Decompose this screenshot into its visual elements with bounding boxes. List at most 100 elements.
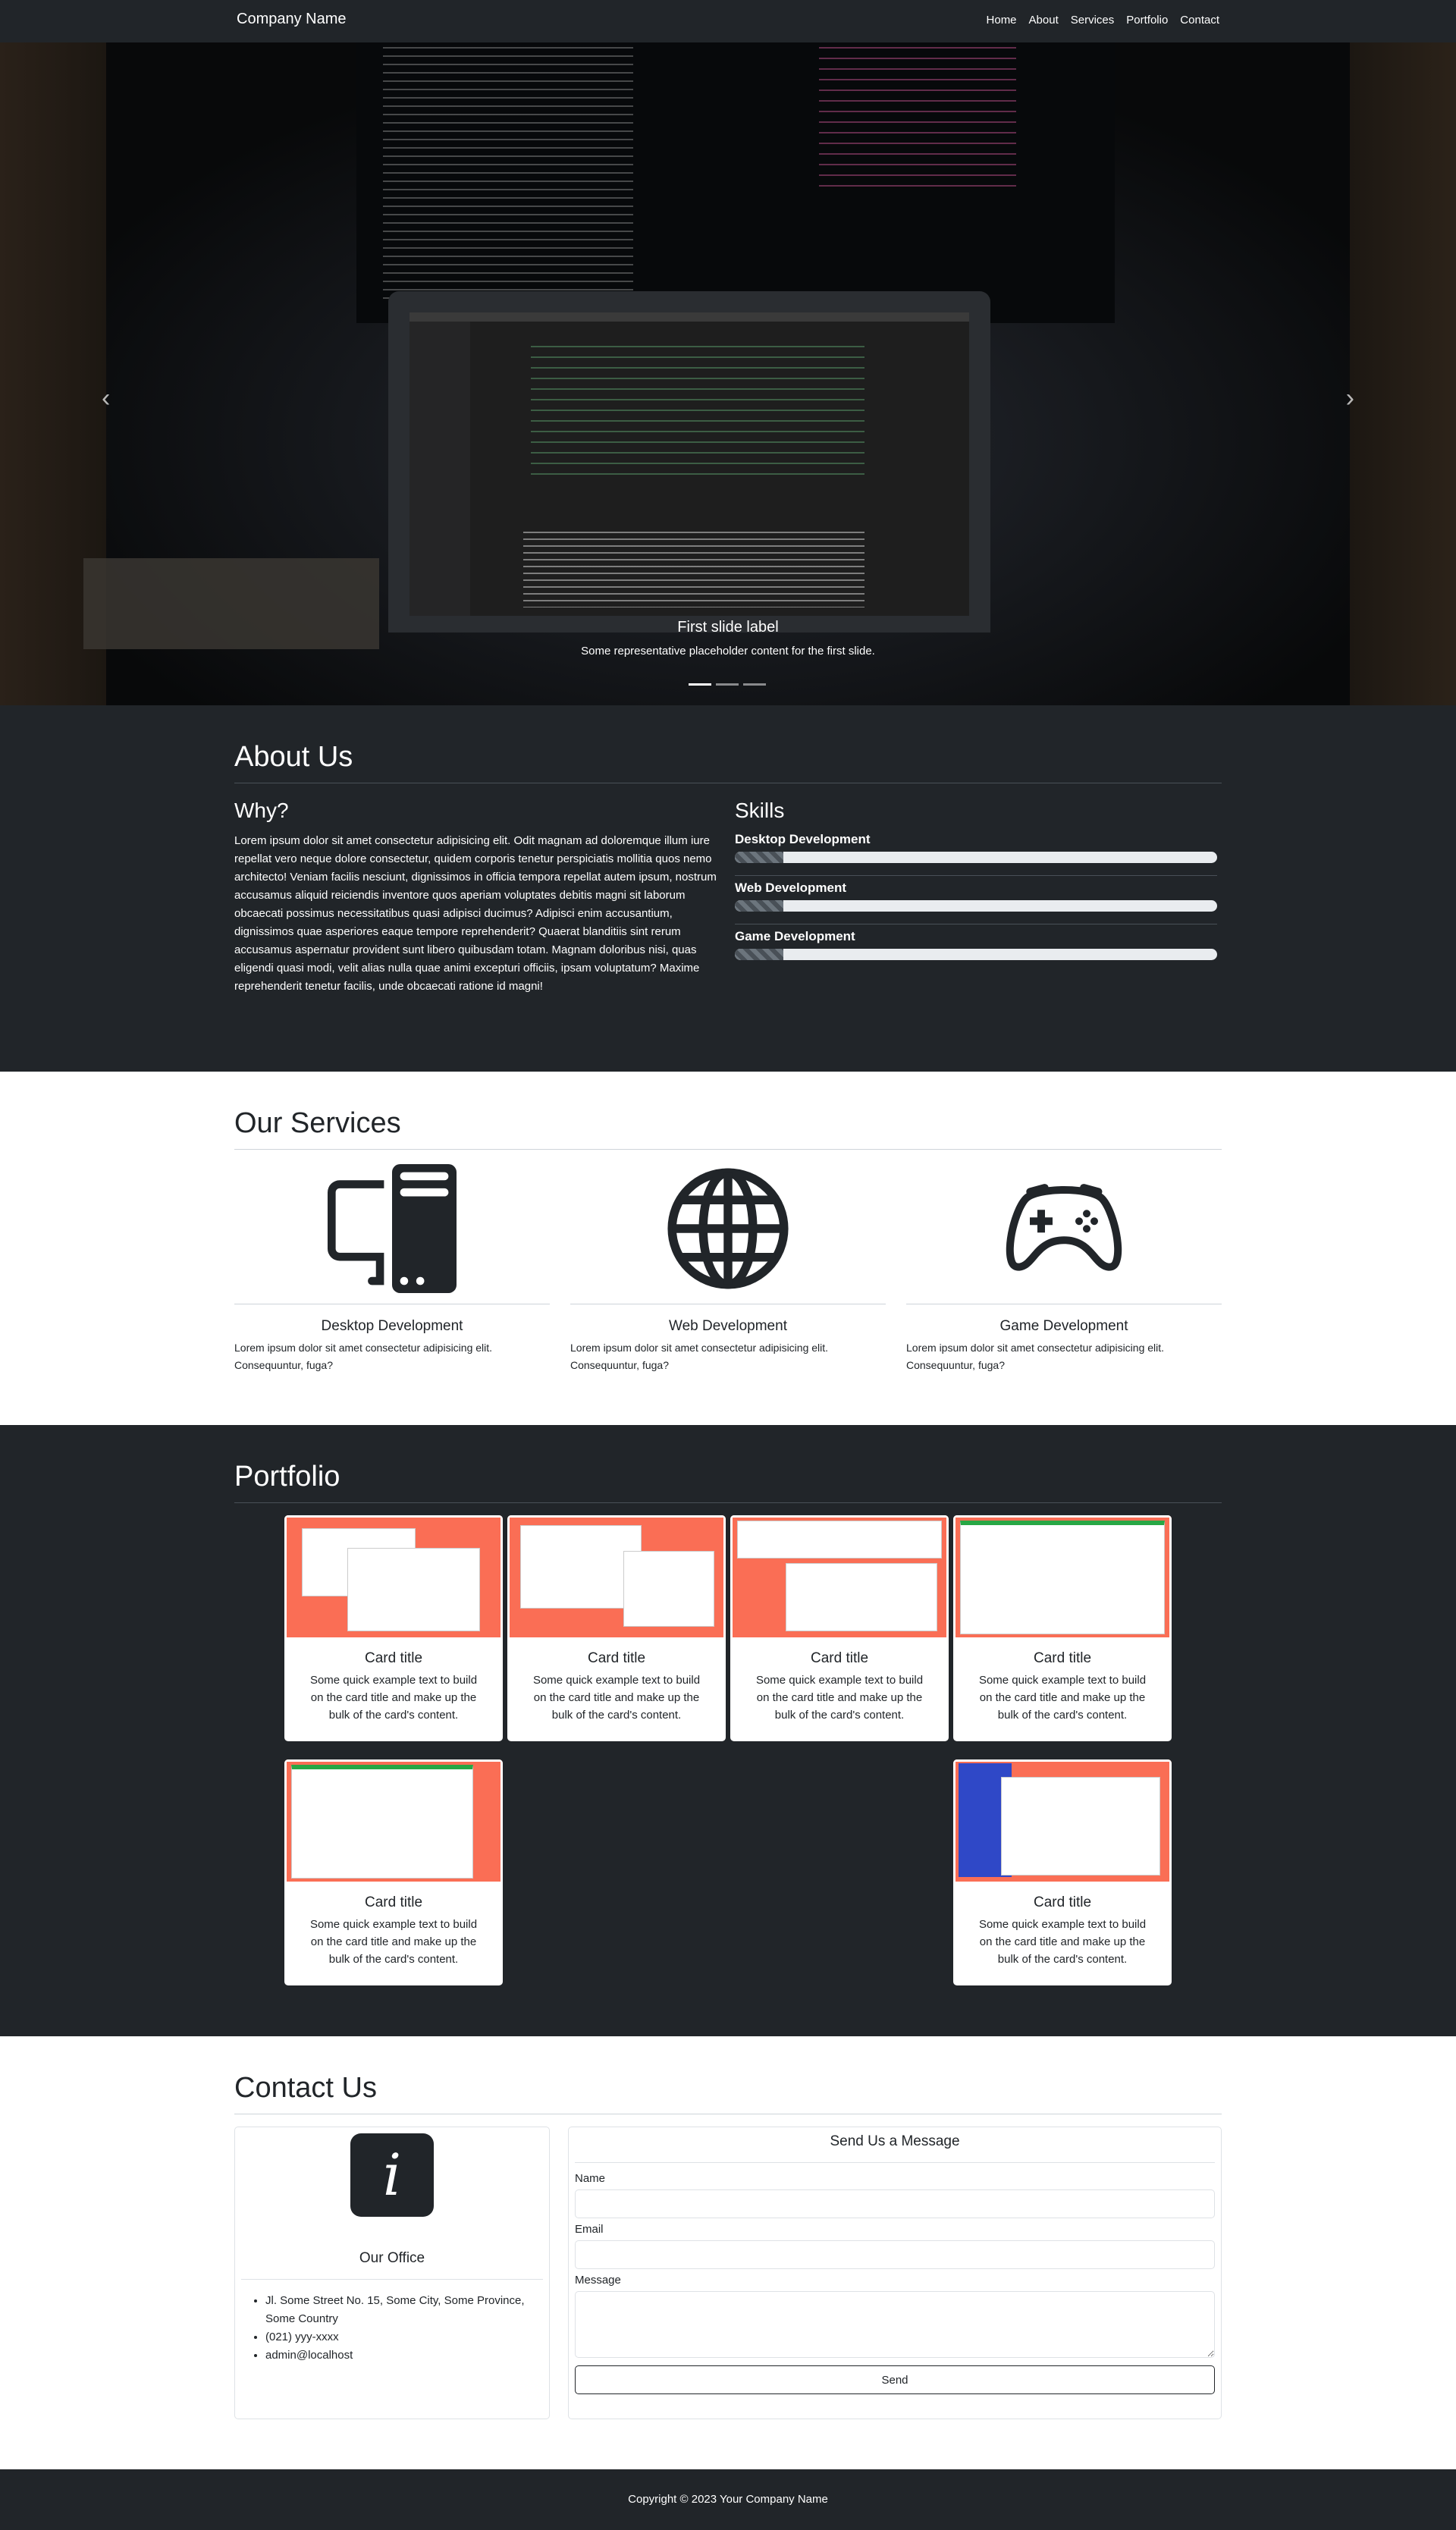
card-text: Some quick example text to build on the …: [309, 1918, 478, 1966]
hero-image-code-colored: [819, 47, 1016, 191]
email-field[interactable]: [575, 2240, 1215, 2269]
about-title: About Us: [234, 741, 353, 773]
hero-image-wood-right: [1350, 42, 1456, 705]
carousel-caption-title: First slide label: [677, 619, 779, 636]
carousel-indicator-1[interactable]: [689, 683, 711, 686]
nav-link-portfolio[interactable]: Portfolio: [1126, 14, 1168, 27]
contact-title: Contact Us: [234, 2072, 377, 2104]
card-image: [507, 1515, 726, 1640]
divider: [234, 1502, 1222, 1503]
why-text: Lorem ipsum dolor sit amet consectetur a…: [234, 834, 717, 993]
contact-section: Contact Us i Our Office Jl. Some Street …: [0, 2036, 1456, 2469]
chevron-right-icon[interactable]: ›: [1346, 384, 1354, 413]
hero-image-screen-bar: [410, 312, 969, 322]
card-text: Some quick example text to build on the …: [309, 1674, 478, 1722]
service-title: Game Development: [999, 1318, 1128, 1334]
name-label: Name: [575, 2172, 606, 2185]
pc-display-icon: [234, 1162, 550, 1295]
office-title: Our Office: [359, 2250, 425, 2266]
card-title: Card title: [1033, 1650, 1092, 1666]
name-field[interactable]: [575, 2189, 1215, 2218]
office-email: admin@localhost: [265, 2346, 534, 2365]
brand-link[interactable]: Company Name: [237, 11, 347, 28]
message-field[interactable]: [575, 2291, 1215, 2358]
services-section: Our Services Desktop Development Lorem i…: [0, 1072, 1456, 1425]
carousel-indicators: [689, 683, 766, 686]
card-image: [284, 1759, 503, 1884]
office-list: Jl. Some Street No. 15, Some City, Some …: [235, 2280, 549, 2365]
info-icon: i: [350, 2133, 434, 2217]
nav-links: Home About Services Portfolio Contact: [987, 14, 1219, 27]
portfolio-card[interactable]: Card title Some quick example text to bu…: [730, 1515, 949, 1741]
message-label: Message: [575, 2274, 621, 2287]
card-text: Some quick example text to build on the …: [978, 1918, 1147, 1966]
service-card: Desktop Development Lorem ipsum dolor si…: [234, 1162, 550, 1374]
services-title: Our Services: [234, 1107, 401, 1139]
send-button[interactable]: Send: [575, 2365, 1215, 2394]
skill-name: Web Development: [735, 880, 847, 895]
hero-image-screen-sidebar: [410, 322, 470, 616]
why-title: Why?: [234, 799, 289, 822]
office-card: i Our Office Jl. Some Street No. 15, Som…: [234, 2127, 550, 2419]
office-phone: (021) yyy-xxxx: [265, 2328, 534, 2346]
skill-name: Desktop Development: [735, 832, 871, 846]
card-image: [953, 1759, 1172, 1884]
card-title: Card title: [1033, 1894, 1092, 1910]
divider: [575, 2162, 1215, 2163]
card-text: Some quick example text to build on the …: [532, 1674, 701, 1722]
portfolio-card[interactable]: Card title Some quick example text to bu…: [953, 1759, 1172, 1985]
card-title: Card title: [364, 1894, 423, 1910]
portfolio-title: Portfolio: [234, 1461, 340, 1493]
nav-link-services[interactable]: Services: [1071, 14, 1115, 27]
card-image: [730, 1515, 949, 1640]
copyright-text: Copyright © 2023 Your Company Name: [628, 2493, 828, 2506]
card-text: Some quick example text to build on the …: [755, 1674, 924, 1722]
service-title: Desktop Development: [321, 1318, 463, 1334]
skill-name: Game Development: [735, 929, 855, 943]
service-text: Lorem ipsum dolor sit amet consectetur a…: [906, 1342, 1165, 1371]
skill-progress-bar: [735, 900, 1217, 912]
card-title: Card title: [810, 1650, 869, 1666]
about-section: About Us Why? Lorem ipsum dolor sit amet…: [0, 705, 1456, 1072]
portfolio-section: Portfolio Card title Some quick example …: [0, 1425, 1456, 2036]
footer: Copyright © 2023 Your Company Name: [0, 2469, 1456, 2530]
service-card: Game Development Lorem ipsum dolor sit a…: [906, 1162, 1222, 1374]
carousel-indicator-3[interactable]: [743, 683, 766, 686]
service-text: Lorem ipsum dolor sit amet consectetur a…: [234, 1342, 493, 1371]
why-column: Why? Lorem ipsum dolor sit amet consecte…: [234, 799, 735, 996]
skills-title: Skills: [735, 799, 785, 822]
nav-link-contact[interactable]: Contact: [1180, 14, 1219, 27]
globe-icon: [570, 1162, 886, 1295]
office-address: Jl. Some Street No. 15, Some City, Some …: [265, 2292, 534, 2328]
email-label: Email: [575, 2223, 604, 2236]
navbar: Company Name Home About Services Portfol…: [0, 0, 1456, 42]
skill-progress-bar: [735, 949, 1217, 960]
portfolio-card[interactable]: Card title Some quick example text to bu…: [507, 1515, 726, 1741]
chevron-left-icon[interactable]: ‹: [102, 384, 110, 413]
card-title: Card title: [587, 1650, 646, 1666]
skills-column: Skills Desktop Development Web Developme…: [735, 799, 1217, 996]
hero-image-code: [383, 47, 633, 305]
nav-link-home[interactable]: Home: [987, 14, 1017, 27]
nav-link-about[interactable]: About: [1029, 14, 1059, 27]
hero-image-screen-code: [531, 346, 864, 482]
divider: [735, 875, 1217, 876]
card-image: [284, 1515, 503, 1640]
divider: [234, 1149, 1222, 1150]
hero-carousel: ‹ › First slide label Some representativ…: [0, 42, 1456, 705]
skill-progress-bar: [735, 852, 1217, 863]
service-title: Web Development: [669, 1318, 787, 1334]
service-card: Web Development Lorem ipsum dolor sit am…: [570, 1162, 886, 1374]
skill-progress-fill: [735, 949, 783, 960]
skill-progress-fill: [735, 852, 783, 863]
card-image: [953, 1515, 1172, 1640]
portfolio-card[interactable]: Card title Some quick example text to bu…: [284, 1759, 503, 1985]
card-title: Card title: [364, 1650, 423, 1666]
card-text: Some quick example text to build on the …: [978, 1674, 1147, 1722]
carousel-indicator-2[interactable]: [716, 683, 739, 686]
portfolio-card[interactable]: Card title Some quick example text to bu…: [284, 1515, 503, 1741]
portfolio-card[interactable]: Card title Some quick example text to bu…: [953, 1515, 1172, 1741]
hero-image-screen-terminal: [523, 532, 864, 607]
form-title: Send Us a Message: [830, 2133, 960, 2149]
service-text: Lorem ipsum dolor sit amet consectetur a…: [570, 1342, 829, 1371]
